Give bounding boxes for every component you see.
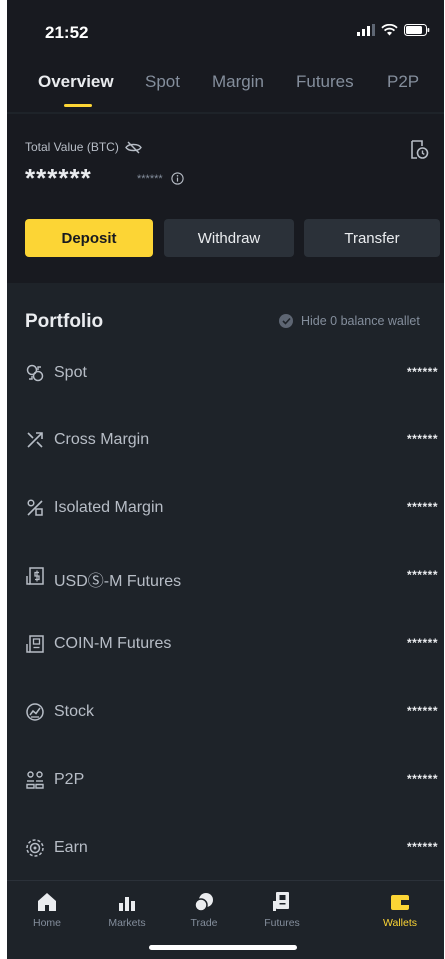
portfolio-row-label: COIN-M Futures (54, 635, 172, 652)
coin-futures-icon (26, 635, 44, 653)
total-value-label: Total Value (BTC) (25, 140, 142, 154)
p2p-icon (26, 771, 44, 789)
deposit-button[interactable]: Deposit (25, 219, 153, 257)
total-value-fiat: ****** (137, 172, 184, 185)
portfolio-row-p2p[interactable]: P2P ****** (7, 760, 444, 804)
wallet-screen: 21:52 Overview Spot Margin Futures P2P T… (7, 0, 444, 959)
portfolio-row-isolated-margin[interactable]: Isolated Margin ****** (7, 488, 444, 532)
eye-hidden-icon[interactable] (124, 141, 142, 154)
nav-label: Markets (108, 917, 146, 929)
trade-icon (194, 893, 213, 912)
transfer-button[interactable]: Transfer (304, 219, 440, 257)
cross-margin-icon (27, 432, 43, 448)
portfolio-row-label: Spot (54, 364, 87, 381)
portfolio-title: Portfolio (25, 311, 104, 332)
tab-p2p[interactable]: P2P (387, 72, 419, 92)
active-tab-indicator (64, 104, 92, 107)
nav-trade[interactable]: Trade (169, 891, 239, 929)
tab-futures[interactable]: Futures (296, 72, 354, 92)
portfolio-row-label: Stock (54, 703, 95, 720)
portfolio-row-label: Isolated Margin (54, 499, 164, 516)
usd-futures-icon (26, 567, 44, 585)
home-indicator[interactable] (149, 945, 297, 950)
nav-markets[interactable]: Markets (92, 891, 162, 929)
wallet-icon (391, 895, 409, 910)
portfolio-row-value: ****** (406, 568, 438, 582)
nav-wallets[interactable]: Wallets (365, 891, 435, 929)
isolated-margin-icon (27, 499, 43, 516)
home-icon (38, 893, 56, 911)
hide-zero-balance-label: Hide 0 balance wallet (301, 314, 420, 328)
tab-margin[interactable]: Margin (212, 72, 264, 92)
portfolio-row-value: ****** (406, 840, 438, 854)
nav-futures[interactable]: Futures (247, 891, 317, 929)
total-value-fiat-text: ****** (137, 172, 163, 185)
total-value-amount: ****** (25, 163, 92, 193)
wifi-icon (381, 24, 398, 36)
portfolio-row-value: ****** (406, 636, 438, 650)
portfolio-row-value: ****** (406, 500, 438, 514)
portfolio-row-value: ****** (406, 704, 438, 718)
history-icon[interactable] (409, 139, 429, 161)
nav-label: Trade (190, 917, 218, 929)
portfolio-row-spot[interactable]: Spot ****** (7, 353, 444, 397)
portfolio-row-value: ****** (406, 365, 438, 379)
nav-label: Wallets (382, 917, 418, 929)
nav-label: Home (32, 917, 61, 929)
portfolio-row-cross-margin[interactable]: Cross Margin ****** (7, 420, 444, 464)
portfolio-row-label: Earn (54, 839, 88, 856)
portfolio-row-usd-m-futures[interactable]: USDⓈ-M Futures ****** (7, 556, 444, 600)
checkmark-icon (279, 314, 293, 328)
total-value-label-text: Total Value (BTC) (25, 140, 119, 154)
signal-icon (357, 24, 375, 36)
portfolio-row-label: P2P (54, 771, 85, 788)
nav-label: Futures (264, 917, 300, 929)
hide-zero-balance-toggle[interactable]: Hide 0 balance wallet (279, 314, 420, 328)
portfolio-row-stock[interactable]: Stock ****** (7, 692, 444, 736)
portfolio-row-label: USDⓈ-M Futures (54, 573, 182, 590)
tabs-divider (7, 112, 444, 114)
earn-icon (26, 839, 44, 857)
info-icon[interactable] (171, 172, 184, 185)
status-time: 21:52 (45, 23, 89, 42)
status-icons (357, 24, 430, 36)
portfolio-row-value: ****** (406, 772, 438, 786)
portfolio-row-value: ****** (406, 432, 438, 446)
spot-icon (26, 364, 44, 382)
withdraw-button[interactable]: Withdraw (164, 219, 294, 257)
battery-icon (404, 24, 430, 36)
markets-icon (119, 897, 135, 911)
tab-overview[interactable]: Overview (38, 72, 114, 92)
status-bar: 21:52 (7, 0, 444, 62)
portfolio-row-coin-m-futures[interactable]: COIN-M Futures ****** (7, 624, 444, 668)
futures-icon (273, 892, 289, 911)
portfolio-row-label: Cross Margin (54, 431, 150, 448)
nav-home[interactable]: Home (12, 891, 82, 929)
stock-icon (26, 703, 44, 721)
tab-spot[interactable]: Spot (145, 72, 180, 92)
portfolio-row-earn[interactable]: Earn ****** (7, 828, 444, 872)
